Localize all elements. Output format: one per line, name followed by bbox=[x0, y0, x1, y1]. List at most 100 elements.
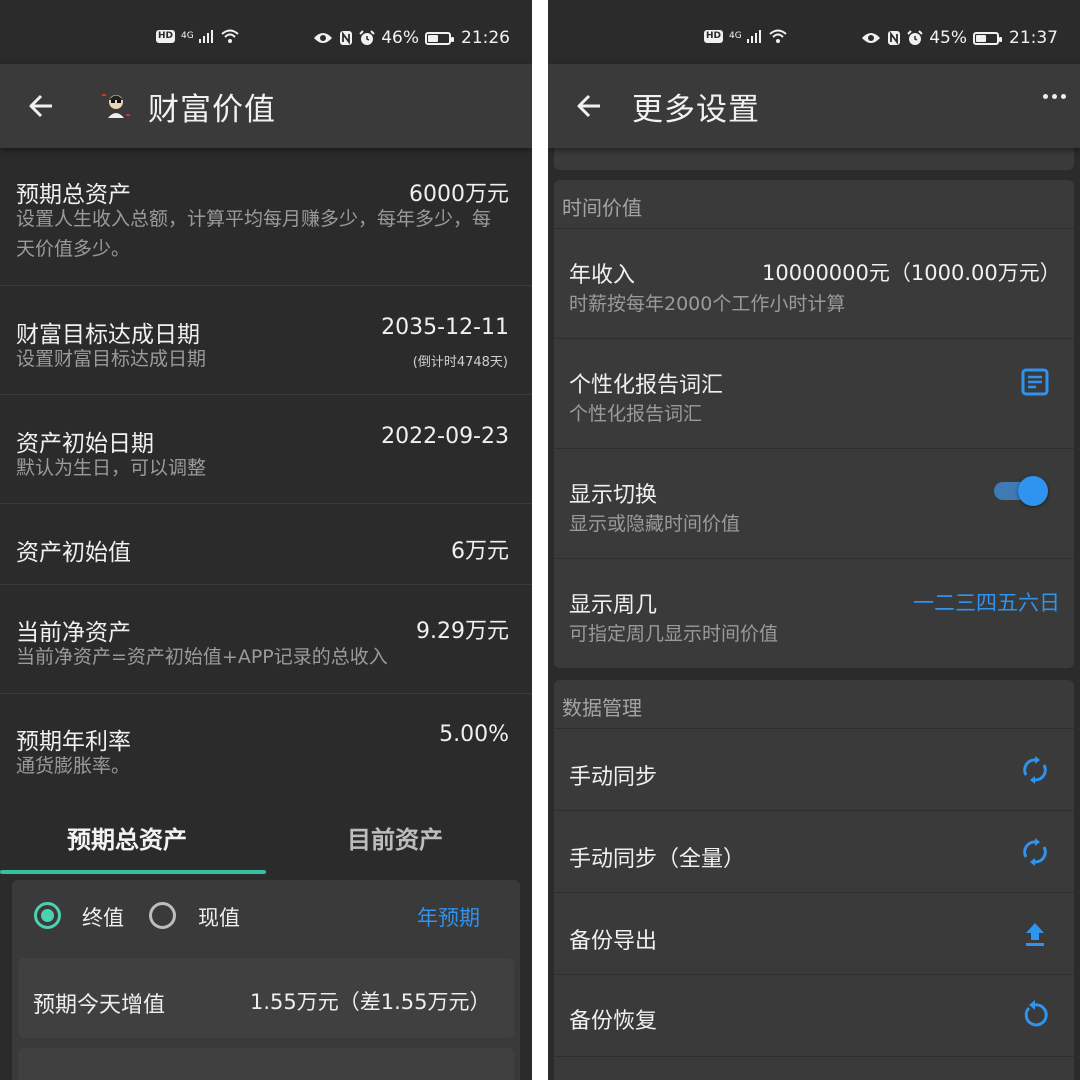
row-subtitle: 当前净资产=资产初始值+APP记录的总收入 bbox=[16, 646, 388, 668]
row-title: 显示切换 bbox=[569, 483, 658, 508]
data-management-card: 数据管理 手动同步 手动同步（全量） 备份导出 备份恢复 bbox=[554, 680, 1074, 1080]
network-type: 4G bbox=[181, 31, 194, 41]
list-item-asset-initial-value[interactable]: 资产初始值 6万元 bbox=[0, 505, 532, 585]
battery-percent: 46% bbox=[381, 28, 419, 48]
alarm-icon bbox=[359, 30, 375, 45]
back-arrow-icon[interactable] bbox=[28, 93, 54, 119]
status-bar: HD 4G 45% 21:37 bbox=[548, 0, 1080, 64]
radio-future-value[interactable] bbox=[34, 902, 61, 929]
wifi-icon bbox=[769, 29, 787, 43]
hd-badge: HD bbox=[156, 29, 176, 43]
next-row bbox=[18, 1048, 514, 1080]
restore-icon[interactable] bbox=[1020, 999, 1050, 1029]
network-indicators: HD 4G bbox=[156, 28, 240, 44]
status-right: 45% 21:37 bbox=[861, 28, 1058, 48]
app-bar: 更多设置 bbox=[548, 64, 1080, 148]
time-value-card: 时间价值 年收入 10000000元（1000.00万元） 时薪按每年2000个… bbox=[554, 180, 1074, 668]
annual-projection-link[interactable]: 年预期 bbox=[417, 902, 480, 932]
battery-fill bbox=[428, 34, 439, 42]
row-title: 手动同步（全量） bbox=[569, 847, 746, 872]
page-title: 财富价值 bbox=[148, 91, 276, 128]
today-increase-label: 预期今天增值 bbox=[33, 993, 166, 1018]
eye-icon bbox=[862, 33, 881, 43]
row-title: 备份导出 bbox=[569, 929, 658, 954]
row-title: 显示周几 bbox=[569, 593, 658, 618]
list-item-manual-sync[interactable]: 手动同步 bbox=[554, 728, 1074, 810]
back-arrow-icon[interactable] bbox=[576, 93, 602, 119]
app-bar: 财富价值 bbox=[0, 64, 532, 148]
list-item-expected-annual-rate[interactable]: 预期年利率 5.00% 通货膨胀率。 bbox=[0, 695, 532, 805]
row-subtitle: 可指定周几显示时间价值 bbox=[569, 623, 779, 645]
avatar bbox=[98, 88, 134, 124]
list-item-expected-total-assets[interactable]: 预期总资产 6000万元 设置人生收入总额，计算平均每月赚多少，每年多少，每天价… bbox=[0, 148, 532, 286]
row-value: 2022-09-23 bbox=[381, 424, 509, 449]
row-subtitle: 个性化报告词汇 bbox=[569, 403, 703, 425]
list-item-backup-restore[interactable]: 备份恢复 bbox=[554, 974, 1074, 1056]
signal-icon bbox=[746, 30, 761, 43]
tab-current-assets[interactable]: 目前资产 bbox=[347, 820, 443, 855]
list-item-current-net-assets[interactable]: 当前净资产 9.29万元 当前净资产=资产初始值+APP记录的总收入 bbox=[0, 586, 532, 694]
status-right: 46% 21:26 bbox=[313, 28, 510, 48]
status-bar: HD 4G 46% 21:26 bbox=[0, 0, 532, 64]
more-options-icon[interactable] bbox=[1043, 94, 1066, 99]
upload-icon[interactable] bbox=[1020, 919, 1050, 949]
clock: 21:26 bbox=[461, 28, 510, 48]
right-screen: HD 4G 45% 21:37 更多设置 时间价值 年收入 10000000元（… bbox=[548, 0, 1080, 1080]
left-screen: HD 4G 46% 21:26 财富价值 预期总资产 6000万元 设置人生收入… bbox=[0, 0, 532, 1080]
row-title: 个性化报告词汇 bbox=[569, 373, 724, 398]
nfc-icon bbox=[888, 31, 901, 45]
list-item-display-toggle: 显示切换 显示或隐藏时间价值 bbox=[554, 448, 1074, 558]
network-type: 4G bbox=[729, 31, 742, 41]
row-subtitle: 显示或隐藏时间价值 bbox=[569, 513, 741, 535]
battery-percent: 45% bbox=[929, 28, 967, 48]
nfc-icon bbox=[340, 31, 353, 45]
battery-fill bbox=[976, 34, 986, 42]
alarm-icon bbox=[907, 30, 923, 45]
row-value: 5.00% bbox=[439, 722, 509, 747]
list-item-wealth-goal-date[interactable]: 财富目标达成日期 2035-12-11 设置财富目标达成日期 (倒计时4748天… bbox=[0, 287, 532, 395]
battery-icon bbox=[425, 31, 454, 45]
row-title: 资产初始值 bbox=[16, 540, 131, 566]
section-header-data-management: 数据管理 bbox=[562, 696, 642, 720]
row-title: 手动同步 bbox=[569, 765, 658, 790]
weekday-value: 一二三四五六日 bbox=[913, 591, 1060, 615]
radio-label-future-value: 终值 bbox=[82, 906, 124, 930]
radio-label-present-value: 现值 bbox=[198, 906, 240, 930]
sync-icon[interactable] bbox=[1020, 755, 1050, 785]
row-subtitle: 通货膨胀率。 bbox=[16, 755, 131, 777]
eye-icon bbox=[314, 33, 333, 43]
note-edit-icon[interactable] bbox=[1020, 367, 1050, 397]
battery-icon bbox=[973, 31, 1002, 45]
page-title: 更多设置 bbox=[632, 91, 760, 128]
today-increase-value: 1.55万元（差1.55万元） bbox=[250, 990, 491, 1014]
row-title: 备份恢复 bbox=[569, 1009, 658, 1034]
list-item-annual-income[interactable]: 年收入 10000000元（1000.00万元） 时薪按每年2000个工作小时计… bbox=[554, 228, 1074, 338]
wifi-icon bbox=[221, 29, 239, 43]
list-item-backup-export[interactable]: 备份导出 bbox=[554, 892, 1074, 974]
countdown-text: (倒计时4748天) bbox=[412, 355, 508, 370]
tab-bar: 预期总资产 目前资产 bbox=[0, 808, 532, 876]
list-item-report-vocabulary[interactable]: 个性化报告词汇 个性化报告词汇 bbox=[554, 338, 1074, 448]
row-value: 2035-12-11 bbox=[381, 315, 509, 340]
tab-indicator bbox=[0, 870, 266, 874]
row-subtitle: 时薪按每年2000个工作小时计算 bbox=[569, 293, 846, 315]
display-toggle-switch[interactable] bbox=[994, 475, 1048, 506]
clock: 21:37 bbox=[1009, 28, 1058, 48]
radio-present-value[interactable] bbox=[149, 902, 176, 929]
tab-expected-total-assets[interactable]: 预期总资产 bbox=[67, 820, 187, 855]
row-subtitle: 默认为生日，可以调整 bbox=[16, 457, 207, 479]
avatar-cartoon-icon bbox=[102, 94, 130, 118]
network-indicators: HD 4G bbox=[704, 28, 788, 44]
projection-card: 终值 现值 年预期 预期今天增值 1.55万元（差1.55万元） bbox=[12, 880, 520, 1080]
list-item-weekday-display[interactable]: 显示周几 一二三四五六日 可指定周几显示时间价值 bbox=[554, 558, 1074, 668]
row-value: 9.29万元 bbox=[416, 619, 509, 644]
list-item-manual-sync-full[interactable]: 手动同步（全量） bbox=[554, 810, 1074, 892]
section-header-time-value: 时间价值 bbox=[562, 196, 642, 220]
sync-icon[interactable] bbox=[1020, 837, 1050, 867]
signal-icon bbox=[198, 30, 213, 43]
row-title: 年收入 bbox=[569, 263, 636, 288]
list-item-next bbox=[554, 1056, 1074, 1080]
hd-badge: HD bbox=[704, 29, 724, 43]
screenshot-stage: HD 4G 46% 21:26 财富价值 预期总资产 6000万元 设置人生收入… bbox=[0, 0, 1080, 1080]
list-item-asset-start-date[interactable]: 资产初始日期 2022-09-23 默认为生日，可以调整 bbox=[0, 396, 532, 504]
